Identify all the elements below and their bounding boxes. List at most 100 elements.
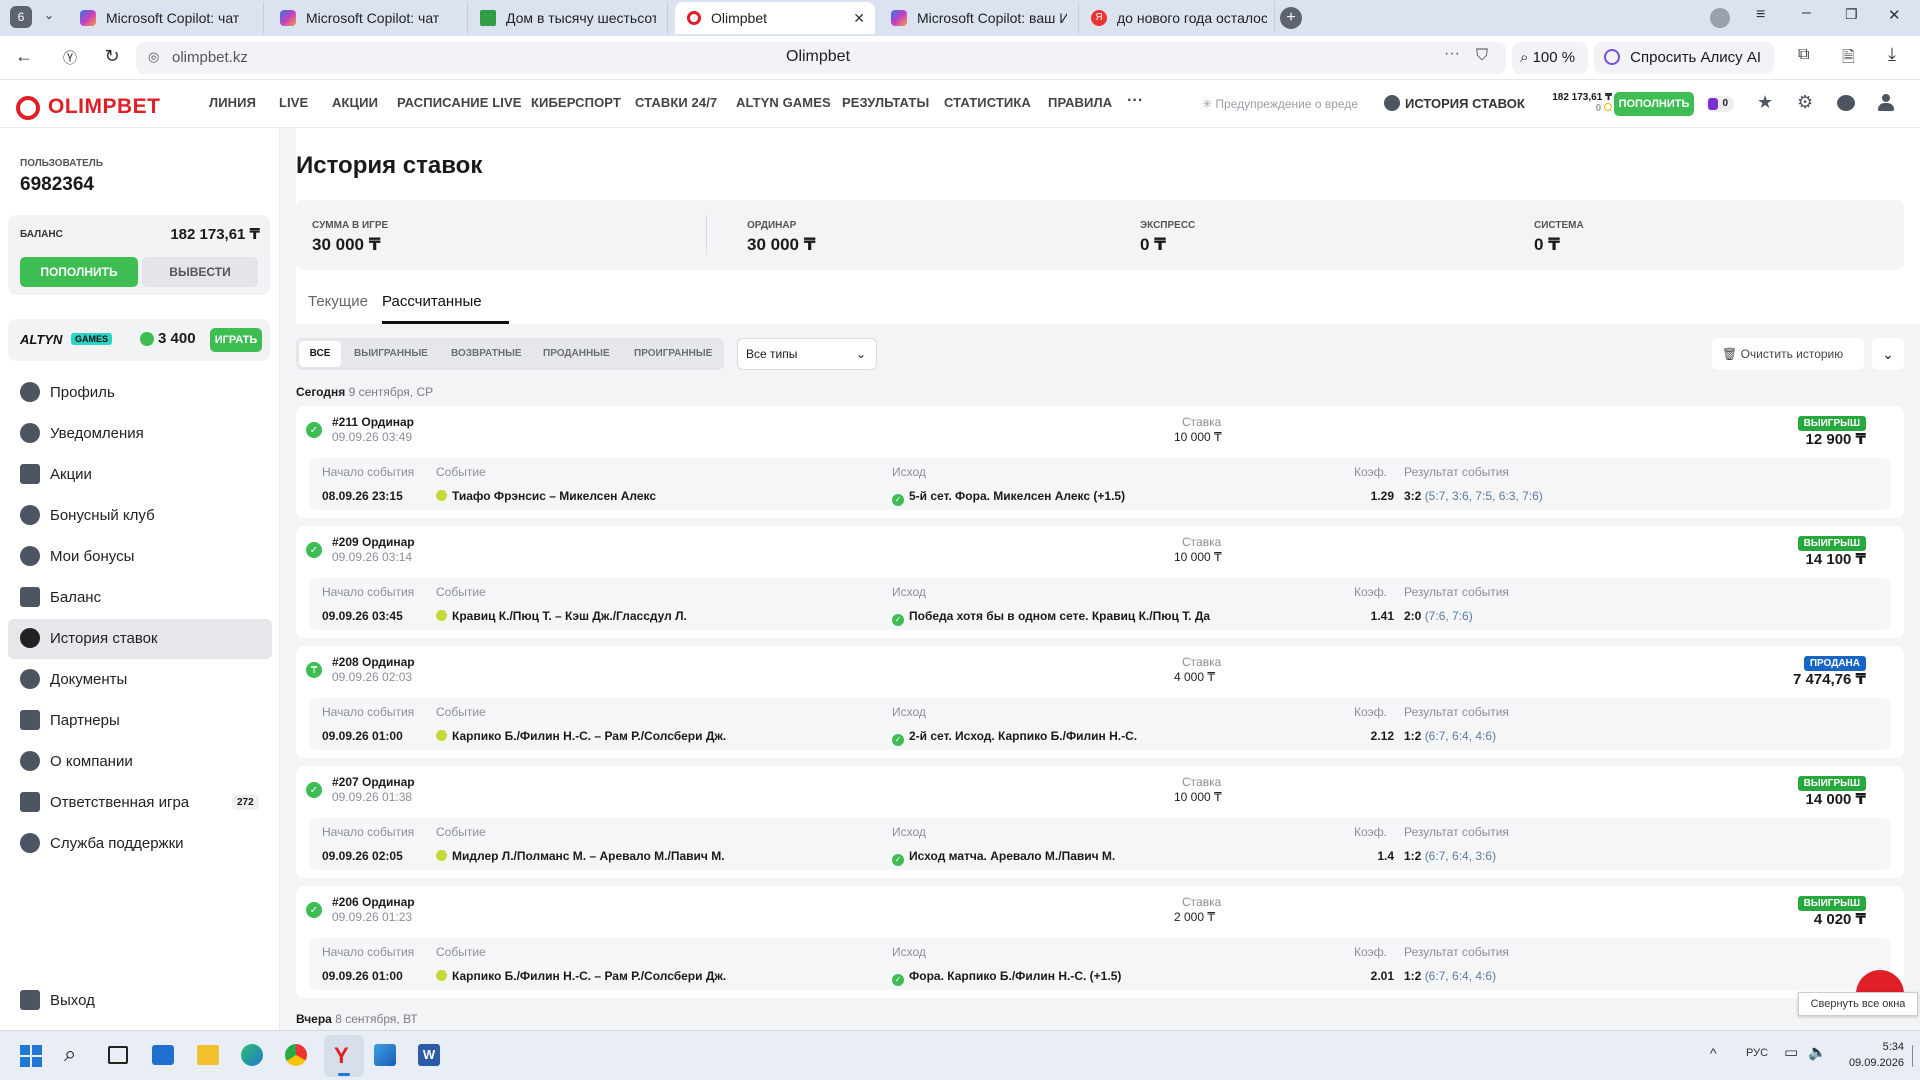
search-icon[interactable]: ⌕ xyxy=(64,1041,76,1067)
photos-icon[interactable] xyxy=(374,1044,396,1066)
filter-sold[interactable]: ПРОДАННЫЕ xyxy=(543,341,610,367)
play-button[interactable]: ИГРАТЬ xyxy=(210,328,262,352)
sidebar-item-partners[interactable]: Партнеры xyxy=(20,710,120,730)
tab-count-badge[interactable]: 6 xyxy=(10,6,32,28)
nav-live[interactable]: LIVE xyxy=(279,95,308,110)
nav-results[interactable]: РЕЗУЛЬТАТЫ xyxy=(842,95,929,110)
bet-card[interactable]: ✓ #206 Ординар 09.09.26 01:23 Ставка 2 000 ₸… xyxy=(296,886,1904,998)
tab-current[interactable]: Текущие xyxy=(308,293,368,310)
filter-won[interactable]: ВЫИГРАННЫЕ xyxy=(354,341,428,367)
event-value[interactable]: Кравиц К./Пюц Т. – Кэш Дж./Глассдул Л. xyxy=(436,609,687,623)
sidebar-item-about[interactable]: О компании xyxy=(20,751,133,771)
bet-card[interactable]: ✓ #211 Ординар 09.09.26 03:49 Ставка 10 000 … xyxy=(296,406,1904,518)
event-value[interactable]: Карпико Б./Филин Н.-С. – Рам Р./Солсбери… xyxy=(436,969,726,983)
more-icon[interactable]: ··· xyxy=(1444,45,1460,63)
browser-tab-4-active[interactable]: Olimpbet ✕ xyxy=(675,2,875,34)
url-field[interactable]: ◎ olimpbet.kz Olimpbet ··· ⛉ xyxy=(136,42,1506,74)
nav-statistics[interactable]: СТАТИСТИКА xyxy=(944,95,1031,110)
chat-icon[interactable] xyxy=(1837,95,1855,111)
nav-esports[interactable]: КИБЕРСПОРТ xyxy=(531,95,621,110)
tray-chevron-icon[interactable]: ^ xyxy=(1710,1045,1717,1061)
bookmark-icon[interactable]: ⛉ xyxy=(1476,47,1488,65)
clear-history-button[interactable]: 🗑 Очистить историю xyxy=(1712,338,1864,370)
zoom-control[interactable]: ⌕ 100 % xyxy=(1512,42,1588,74)
nav-rules[interactable]: ПРАВИЛА xyxy=(1048,95,1112,110)
deposit-button[interactable]: ПОПОЛНИТЬ xyxy=(20,257,138,287)
sidebar-item-my-bonuses[interactable]: Мои бонусы xyxy=(20,546,134,566)
header-deposit-button[interactable]: ПОПОЛНИТЬ xyxy=(1614,92,1694,116)
menu-icon[interactable]: ≡ xyxy=(1756,6,1765,24)
favorites-star-icon[interactable]: ★ xyxy=(1757,92,1773,113)
collapse-all-icon[interactable]: ⌄ xyxy=(1872,338,1904,370)
logout-button[interactable]: Выход xyxy=(20,990,95,1010)
edge-icon[interactable] xyxy=(241,1044,263,1066)
chips-counter[interactable]: 0 xyxy=(1706,96,1734,112)
event-value[interactable]: Тиафо Фрэнсис – Микелсен Алекс xyxy=(436,489,656,503)
sidebar-item-profile[interactable]: Профиль xyxy=(20,382,115,402)
store-icon[interactable] xyxy=(152,1045,174,1065)
event-value[interactable]: Мидлер Л./Полманс М. – Аревало М./Павич … xyxy=(436,849,725,863)
nav-line[interactable]: ЛИНИЯ xyxy=(209,95,256,110)
show-desktop-edge[interactable] xyxy=(1912,1045,1913,1067)
nav-live-schedule[interactable]: РАСПИСАНИЕ LIVE xyxy=(397,95,522,110)
nav-altyn-games[interactable]: ALTYN GAMES xyxy=(736,95,831,110)
collections-icon[interactable]: ⧉ xyxy=(1798,46,1809,64)
new-tab-icon[interactable]: + xyxy=(1280,7,1302,29)
header-balance[interactable]: 182 173,61 ₸ 0 xyxy=(1540,92,1612,114)
sidebar-item-bonus-club[interactable]: Бонусный клуб xyxy=(20,505,155,525)
close-tab-icon[interactable]: ✕ xyxy=(853,10,865,27)
task-view-icon[interactable] xyxy=(108,1046,128,1064)
restore-icon[interactable]: ❐ xyxy=(1845,6,1858,23)
altyn-games-card[interactable]: ALTYN GAMES 3 400 ИГРАТЬ xyxy=(8,319,270,361)
tabs-dropdown-icon[interactable]: ⌄ xyxy=(44,8,54,22)
clock[interactable]: 5:34 09.09.2026 xyxy=(1840,1039,1904,1071)
filter-returned[interactable]: ВОЗВРАТНЫЕ xyxy=(451,341,522,367)
header-history-link[interactable]: ИСТОРИЯ СТАВОК xyxy=(1384,95,1525,111)
extensions-icon[interactable]: 🗎 xyxy=(1842,46,1855,73)
browser-tab-3[interactable]: Дом в тысячу шестьсот э xyxy=(468,2,668,34)
browser-tab-6[interactable]: Я до нового года осталось xyxy=(1079,2,1275,34)
yandex-circle-icon[interactable]: Ⓨ xyxy=(58,48,82,68)
network-icon[interactable]: ▭ xyxy=(1784,1043,1798,1061)
filter-lost[interactable]: ПРОИГРАННЫЕ xyxy=(634,341,712,367)
back-icon[interactable]: ← xyxy=(12,46,36,67)
reload-icon[interactable]: ↻ xyxy=(100,46,124,67)
user-icon[interactable] xyxy=(1877,94,1895,112)
type-select[interactable]: Все типы ⌄ xyxy=(737,338,877,370)
language-indicator[interactable]: РУС xyxy=(1746,1047,1768,1059)
alice-button[interactable]: Спросить Алису AI xyxy=(1594,42,1774,74)
event-value[interactable]: Карпико Б./Филин Н.-С. – Рам Р./Солсбери… xyxy=(436,729,726,743)
logo-text[interactable]: OLIMPBET xyxy=(48,95,161,119)
browser-tab-2[interactable]: Microsoft Copilot: чат xyxy=(268,2,468,34)
word-icon[interactable]: W xyxy=(418,1044,440,1066)
filter-all[interactable]: ВСЕ xyxy=(299,341,341,367)
browser-tab-1[interactable]: Microsoft Copilot: чат xyxy=(68,2,264,34)
nav-more-icon[interactable]: ··· xyxy=(1127,92,1143,110)
file-explorer-icon[interactable] xyxy=(197,1045,219,1065)
settings-gear-icon[interactable]: ⚙ xyxy=(1797,92,1813,113)
close-window-icon[interactable]: ✕ xyxy=(1888,6,1901,24)
windows-start-icon[interactable] xyxy=(20,1045,42,1067)
sidebar-item-bet-history[interactable]: История ставок xyxy=(20,628,158,648)
tab-settled[interactable]: Рассчитанные xyxy=(382,293,482,310)
olimpbet-logo-icon[interactable] xyxy=(16,96,40,120)
sidebar-item-promos[interactable]: Акции xyxy=(20,464,92,484)
harm-warning-link[interactable]: ✳ Предупреждение о вреде xyxy=(1202,97,1358,111)
site-info-icon[interactable]: ◎ xyxy=(148,49,159,65)
volume-icon[interactable]: 🔈 xyxy=(1808,1043,1827,1061)
nav-promos[interactable]: АКЦИИ xyxy=(332,95,378,110)
bet-card[interactable]: ✓ #209 Ординар 09.09.26 03:14 Ставка 10 000 … xyxy=(296,526,1904,638)
chrome-icon[interactable] xyxy=(285,1044,307,1066)
minimize-icon[interactable]: – xyxy=(1802,4,1811,22)
download-icon[interactable]: ⤓ xyxy=(1888,44,1896,65)
sidebar-item-documents[interactable]: Документы xyxy=(20,669,127,689)
taskbar-active-app[interactable]: Y xyxy=(324,1035,364,1077)
sidebar-item-balance[interactable]: Баланс xyxy=(20,587,101,607)
bet-card[interactable]: ₸ #208 Ординар 09.09.26 02:03 Ставка 4 000 ₸… xyxy=(296,646,1904,758)
nav-bets-24-7[interactable]: СТАВКИ 24/7 xyxy=(635,95,717,110)
profile-icon[interactable] xyxy=(1710,8,1730,28)
sidebar-item-responsible-gaming[interactable]: Ответственная игра xyxy=(20,792,189,812)
browser-tab-5[interactable]: Microsoft Copilot: ваш ИИ xyxy=(879,2,1079,34)
bet-card[interactable]: ✓ #207 Ординар 09.09.26 01:38 Ставка 10 000 … xyxy=(296,766,1904,878)
sidebar-item-support[interactable]: Служба поддержки xyxy=(20,833,184,853)
